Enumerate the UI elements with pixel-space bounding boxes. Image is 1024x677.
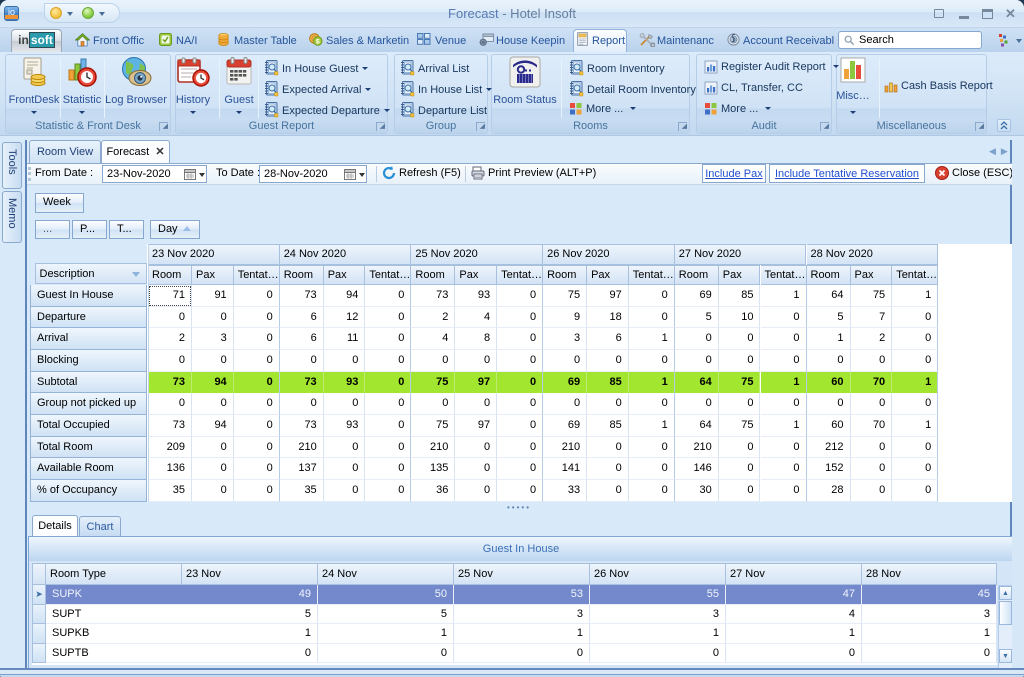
svg-text:$: $ xyxy=(316,38,320,45)
